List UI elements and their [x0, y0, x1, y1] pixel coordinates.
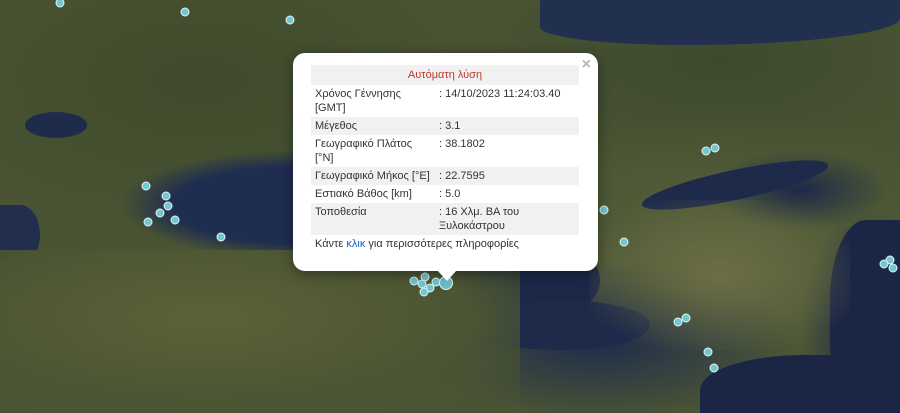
- quake-marker[interactable]: [619, 237, 629, 247]
- quake-marker[interactable]: [216, 232, 226, 242]
- quake-marker[interactable]: [420, 272, 430, 282]
- attica-land: [590, 200, 850, 350]
- more-info-text: Κάντε κλικ για περισσότερες πληροφορίες: [311, 238, 580, 250]
- earthquake-info-popup: × Αυτόματη λύση Χρόνος Γέννησης [GMT] : …: [293, 53, 598, 271]
- more-info-link[interactable]: κλικ: [346, 238, 365, 250]
- quake-marker[interactable]: [143, 217, 153, 227]
- more-info-prefix: Κάντε: [315, 238, 347, 250]
- row-label-location: Τοποθεσία: [311, 203, 435, 235]
- row-value-magnitude: : 3.1: [435, 117, 579, 135]
- quake-marker[interactable]: [55, 0, 65, 8]
- popup-pointer: [437, 270, 457, 281]
- quake-marker[interactable]: [709, 363, 719, 373]
- lake-trichonida: [25, 112, 87, 138]
- row-value-depth: : 5.0: [439, 188, 461, 200]
- northern-gulf: [540, 0, 900, 45]
- popup-title: Αυτόματη λύση: [311, 65, 579, 85]
- row-value-longitude: : 22.7595: [435, 167, 579, 185]
- row-label-origin-time: Χρόνος Γέννησης [GMT]: [315, 88, 401, 114]
- quake-marker[interactable]: [180, 7, 190, 17]
- row-label-magnitude: Μέγεθος: [311, 117, 435, 135]
- row-value-latitude: : 38.1802: [439, 138, 485, 150]
- quake-marker[interactable]: [285, 15, 295, 25]
- quake-marker[interactable]: [701, 146, 711, 156]
- quake-marker[interactable]: [710, 143, 720, 153]
- row-label-latitude: Γεωγραφικό Πλάτος [°N]: [315, 138, 413, 164]
- row-label-longitude: Γεωγραφικό Μήκος [°E]: [311, 167, 435, 185]
- quake-marker[interactable]: [888, 263, 898, 273]
- quake-marker[interactable]: [681, 313, 691, 323]
- quake-marker[interactable]: [155, 208, 165, 218]
- more-info-suffix: για περισσότερες πληροφορίες: [365, 238, 519, 250]
- row-value-origin-time: : 14/10/2023 11:24:03.40: [439, 88, 561, 100]
- quake-marker[interactable]: [419, 287, 429, 297]
- quake-marker[interactable]: [170, 215, 180, 225]
- quake-marker[interactable]: [161, 191, 171, 201]
- earthquake-details-table: Αυτόματη λύση Χρόνος Γέννησης [GMT] : 14…: [311, 65, 579, 235]
- quake-marker[interactable]: [599, 205, 609, 215]
- quake-marker[interactable]: [141, 181, 151, 191]
- quake-marker[interactable]: [879, 259, 889, 269]
- quake-marker[interactable]: [703, 347, 713, 357]
- close-icon[interactable]: ×: [582, 56, 591, 74]
- row-label-depth: Εστιακό Βάθος [km]: [315, 188, 412, 200]
- satellite-map[interactable]: × Αυτόματη λύση Χρόνος Γέννησης [GMT] : …: [0, 0, 900, 413]
- quake-marker[interactable]: [163, 201, 173, 211]
- row-value-location: : 16 Χλμ. ΒΑ του Ξυλοκάστρου: [435, 203, 579, 235]
